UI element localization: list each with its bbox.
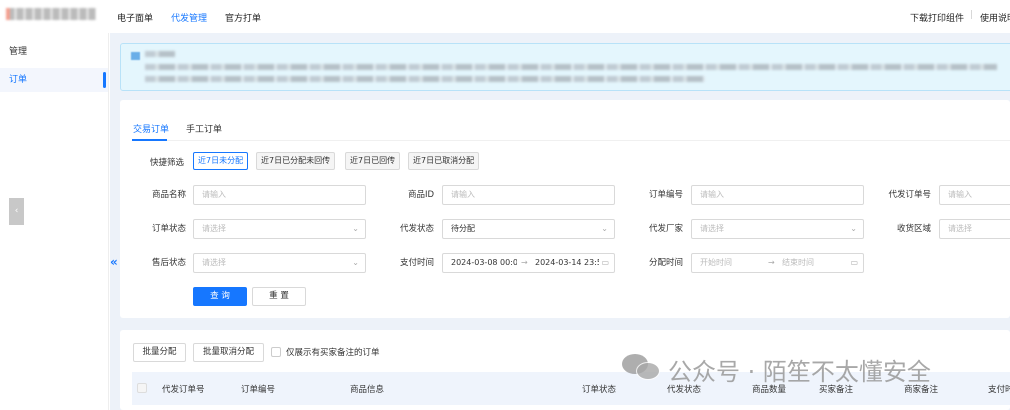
- top-bar: 电子面单 代发管理 官方打单 下载打印组件 | 使用说明: [0, 0, 1010, 33]
- region-label: 收货区域: [896, 224, 931, 234]
- product-name-label: 商品名称: [151, 190, 186, 200]
- column-dropship-order-no: 代发订单号: [162, 385, 205, 395]
- chevron-left-icon: ‹: [14, 206, 19, 216]
- pay-time-label: 支付时间: [399, 258, 434, 268]
- nav-official-print[interactable]: 官方打单: [225, 11, 261, 24]
- sidebar-item-orders[interactable]: 订单: [0, 68, 108, 92]
- sidebar-item-label: 管理: [9, 47, 28, 57]
- batch-assign-button[interactable]: 批量分配: [133, 343, 186, 362]
- column-product-info: 商品信息: [350, 385, 385, 395]
- app-logo: [6, 8, 96, 20]
- query-button[interactable]: 查 询: [193, 287, 247, 306]
- product-id-label: 商品ID: [407, 190, 434, 200]
- chevron-down-icon: ⌄: [601, 224, 608, 233]
- dropship-order-no-input[interactable]: 请输入: [939, 185, 1010, 205]
- placeholder: 请输入: [700, 190, 724, 199]
- quick-filter-label: 快捷筛选: [150, 158, 185, 168]
- tab-manual-orders[interactable]: 手工订单: [186, 122, 222, 135]
- tabs-divider: [132, 140, 1010, 141]
- region-select[interactable]: 请选择: [939, 219, 1010, 239]
- filter-card: [120, 100, 1010, 318]
- pay-time-start[interactable]: 2024-03-08 00:00:00: [451, 254, 517, 272]
- selected-value: 待分配: [451, 224, 475, 233]
- quick-filter-returned[interactable]: 近7日已回传: [345, 152, 401, 170]
- dropship-order-no-label: 代发订单号: [888, 190, 931, 200]
- placeholder: 请选择: [700, 224, 724, 233]
- assign-time-start[interactable]: 开始时间: [700, 254, 732, 272]
- select-all-checkbox[interactable]: [137, 383, 147, 393]
- info-icon: [131, 52, 140, 60]
- download-print-plugin-link[interactable]: 下载打印组件: [910, 11, 964, 24]
- calendar-icon: ▭: [601, 258, 609, 267]
- tab-trade-orders[interactable]: 交易订单: [133, 122, 169, 135]
- dropship-status-label: 代发状态: [399, 224, 434, 234]
- only-remarks-label[interactable]: 仅展示有买家备注的订单: [286, 346, 380, 358]
- quick-filter-assigned-not-returned[interactable]: 近7日已分配未回传: [256, 152, 336, 170]
- nav-dropship-management[interactable]: 代发管理: [171, 11, 207, 24]
- chevron-down-icon: ⌄: [352, 224, 359, 233]
- help-link[interactable]: 使用说明: [980, 11, 1010, 24]
- placeholder: 请选择: [948, 224, 972, 233]
- product-id-input[interactable]: 请输入: [442, 185, 615, 205]
- expand-sidebar-button[interactable]: ‹: [9, 198, 24, 225]
- notice-text-redacted: [145, 64, 997, 70]
- order-no-input[interactable]: 请输入: [691, 185, 864, 205]
- placeholder: 请选择: [202, 258, 226, 267]
- placeholder: 请输入: [202, 190, 226, 199]
- notice-banner: [120, 43, 1010, 91]
- quick-filter-cancelled[interactable]: 近7日已取消分配: [408, 152, 480, 170]
- placeholder: 请选择: [202, 224, 226, 233]
- notice-title-redacted: [145, 51, 175, 57]
- divider: |: [970, 10, 974, 20]
- chevron-down-icon: ⌄: [850, 224, 857, 233]
- aftersale-status-label: 售后状态: [151, 258, 186, 268]
- dropship-vendor-select[interactable]: 请选择 ⌄: [691, 219, 864, 239]
- watermark-text: 公众号 · 陌笙不太懂安全: [668, 358, 931, 386]
- calendar-icon: ▭: [850, 258, 858, 267]
- column-order-status: 订单状态: [582, 385, 617, 395]
- column-pay-time: 支付时间: [988, 385, 1010, 395]
- order-no-label: 订单编号: [648, 190, 683, 200]
- batch-cancel-assign-button[interactable]: 批量取消分配: [193, 343, 264, 362]
- arrow-right-icon: →: [768, 258, 775, 267]
- active-indicator: [103, 72, 106, 88]
- wechat-icon: [622, 352, 662, 380]
- assign-time-end[interactable]: 结束时间: [782, 254, 814, 272]
- order-status-label: 订单状态: [151, 224, 186, 234]
- sidebar-item-label: 订单: [9, 75, 28, 85]
- only-remarks-checkbox[interactable]: [271, 347, 281, 357]
- sidebar-item-management[interactable]: 管理: [0, 40, 108, 64]
- dropship-vendor-label: 代发厂家: [648, 224, 683, 234]
- product-name-input[interactable]: 请输入: [193, 185, 366, 205]
- notice-text-redacted: [145, 76, 705, 82]
- chevron-down-icon: ⌄: [352, 258, 359, 267]
- assign-time-range-picker[interactable]: 开始时间 → 结束时间 ▭: [691, 253, 864, 273]
- pay-time-range-picker[interactable]: 2024-03-08 00:00:00 → 2024-03-14 23:59:5…: [442, 253, 615, 273]
- reset-button[interactable]: 重 置: [252, 287, 306, 306]
- order-status-select[interactable]: 请选择 ⌄: [193, 219, 366, 239]
- quick-filter-unassigned[interactable]: 近7日未分配: [193, 152, 249, 170]
- assign-time-label: 分配时间: [648, 258, 683, 268]
- aftersale-status-select[interactable]: 请选择 ⌄: [193, 253, 366, 273]
- tab-active-underline: [132, 139, 167, 141]
- nav-electronic-waybill[interactable]: 电子面单: [117, 11, 153, 24]
- placeholder: 请输入: [948, 190, 972, 199]
- dropship-status-select[interactable]: 待分配 ⌄: [442, 219, 615, 239]
- arrow-right-icon: →: [521, 258, 528, 267]
- placeholder: 请输入: [451, 190, 475, 199]
- pay-time-end[interactable]: 2024-03-14 23:59:59: [535, 254, 599, 272]
- column-order-no: 订单编号: [241, 385, 276, 395]
